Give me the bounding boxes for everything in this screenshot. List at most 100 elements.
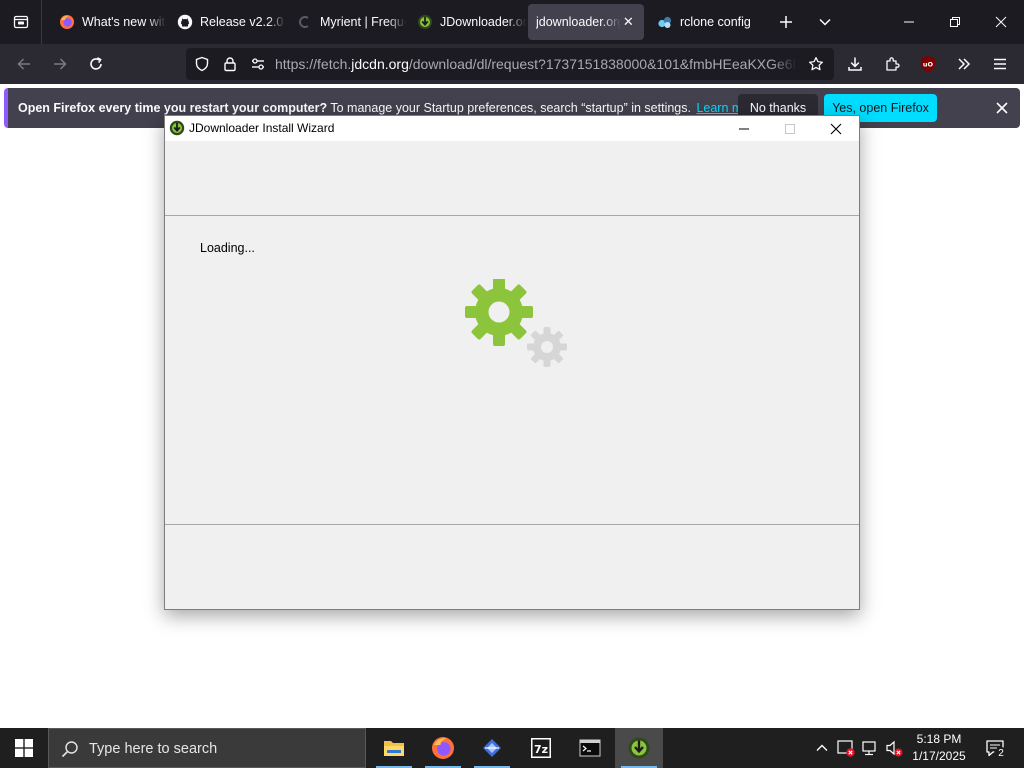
- reload-button[interactable]: [80, 48, 112, 80]
- tab-title: Myrient | Frequently Asked Questions: [320, 15, 406, 29]
- firefox-view-button[interactable]: [0, 0, 42, 44]
- app-icon: [483, 739, 501, 757]
- tab-close-icon[interactable]: ✕: [621, 14, 636, 30]
- restore-button[interactable]: [932, 0, 978, 44]
- more-tools-button[interactable]: [948, 48, 980, 80]
- restore-icon: [950, 17, 960, 27]
- reload-icon: [90, 57, 102, 70]
- taskbar-jdownloader[interactable]: [615, 728, 663, 768]
- notification-title: Open Firefox every time you restart your…: [18, 101, 328, 115]
- tray-security-status[interactable]: [836, 738, 856, 758]
- tab-title: What's new with Firefox: [82, 15, 166, 29]
- url-host: jdcdn.org: [351, 56, 409, 72]
- chevron-up-icon: [816, 744, 828, 751]
- clock-date[interactable]: 1/17/2025: [906, 749, 972, 763]
- navigation-toolbar: https://fetch.jdcdn.org/download/dl/requ…: [0, 44, 1024, 84]
- ublock-origin-icon: uO: [921, 56, 935, 72]
- wizard-header: [165, 141, 859, 216]
- search-icon: [61, 741, 78, 758]
- wizard-close-button[interactable]: [813, 116, 859, 141]
- network-icon: [862, 741, 876, 756]
- wizard-body: Loading...: [165, 217, 859, 525]
- jdownloader-icon: [628, 737, 650, 759]
- permissions-icon[interactable]: [250, 56, 266, 72]
- rclone-icon: [657, 14, 673, 30]
- close-icon: [830, 123, 842, 134]
- loading-gears-icon: [465, 279, 567, 367]
- notification-close-button[interactable]: [990, 96, 1014, 120]
- notification-text: To manage your Startup preferences, sear…: [327, 101, 691, 115]
- file-explorer-icon: [384, 741, 404, 756]
- close-window-button[interactable]: [978, 0, 1024, 44]
- bookmark-star-icon[interactable]: [808, 56, 824, 72]
- minimize-button[interactable]: [886, 0, 932, 44]
- lock-icon[interactable]: [222, 56, 238, 72]
- tab-whats-new[interactable]: What's new with Firefox: [48, 4, 166, 40]
- windows-logo-icon: [15, 739, 33, 757]
- close-icon: [995, 16, 1007, 28]
- jdownloader-icon: [417, 14, 433, 30]
- 7zip-icon: 7z: [531, 738, 551, 758]
- tab-title: rclone config: [680, 15, 751, 29]
- security-warning-icon: [837, 740, 855, 757]
- plus-icon: [780, 16, 792, 28]
- show-hidden-icons-button[interactable]: [812, 738, 832, 758]
- download-icon: [848, 57, 862, 71]
- wizard-footer: [165, 526, 859, 609]
- tab-myrient[interactable]: Myrient | Frequently Asked Questions: [286, 4, 406, 40]
- taskbar-file-explorer[interactable]: [370, 728, 418, 768]
- jdownloader-icon: [169, 120, 185, 136]
- taskbar-search-box[interactable]: Type here to search: [48, 728, 366, 768]
- notification-count-badge: 2: [994, 747, 1008, 761]
- taskbar-terminal[interactable]: [566, 728, 614, 768]
- url-text[interactable]: https://fetch.jdcdn.org/download/dl/requ…: [275, 56, 797, 72]
- tab-jdownloader[interactable]: JDownloader.org: [406, 4, 526, 40]
- taskbar-7zip[interactable]: 7z: [517, 728, 565, 768]
- maximize-icon: [785, 123, 795, 134]
- firefox-icon: [59, 14, 75, 30]
- app-menu-button[interactable]: [984, 48, 1016, 80]
- chevron-double-right-icon: [958, 58, 971, 70]
- action-center-button[interactable]: 2: [978, 728, 1012, 768]
- tab-rclone-config[interactable]: rclone config: [646, 4, 766, 40]
- extensions-button[interactable]: [876, 48, 908, 80]
- wizard-minimize-button[interactable]: [721, 116, 767, 141]
- taskbar-firefox[interactable]: [419, 728, 467, 768]
- firefox-view-icon: [13, 15, 28, 29]
- list-all-tabs-button[interactable]: [808, 4, 842, 40]
- hamburger-menu-icon: [994, 58, 1006, 70]
- tab-release[interactable]: Release v2.2.0: [166, 4, 286, 40]
- wizard-title-bar[interactable]: JDownloader Install Wizard: [165, 116, 859, 141]
- terminal-icon: [579, 739, 601, 757]
- tracking-protection-shield-icon[interactable]: [194, 56, 210, 72]
- large-gear-icon: [465, 279, 533, 346]
- wizard-maximize-button: [767, 116, 813, 141]
- svg-text:uO: uO: [923, 61, 934, 69]
- taskbar-app[interactable]: [468, 728, 516, 768]
- tab-title: jdownloader.org: [536, 15, 621, 29]
- tray-volume[interactable]: [884, 738, 904, 758]
- chevron-down-icon: [819, 18, 831, 26]
- start-button[interactable]: [0, 728, 48, 768]
- firefox-icon: [432, 737, 454, 759]
- puzzle-piece-icon: [886, 57, 900, 71]
- volume-muted-icon: [886, 740, 903, 757]
- clock-time[interactable]: 5:18 PM: [906, 732, 972, 746]
- search-placeholder: Type here to search: [89, 741, 218, 757]
- url-path: /download/dl/request?1737151838000&101&f…: [408, 56, 796, 72]
- tray-network[interactable]: [860, 738, 880, 758]
- new-tab-button[interactable]: [769, 4, 803, 40]
- myrient-icon: [297, 14, 313, 30]
- close-icon: [996, 102, 1008, 114]
- 7zip-label: 7z: [534, 743, 548, 756]
- minimize-icon: [904, 21, 914, 23]
- ublock-origin-button[interactable]: uO: [912, 48, 944, 80]
- url-bar[interactable]: https://fetch.jdcdn.org/download/dl/requ…: [186, 48, 834, 80]
- forward-button[interactable]: [44, 48, 76, 80]
- tab-title: Release v2.2.0: [200, 15, 284, 29]
- notification-message: Open Firefox every time you restart your…: [18, 101, 760, 115]
- tab-jdownloader-download[interactable]: jdownloader.org ✕: [528, 4, 644, 40]
- github-icon: [177, 14, 193, 30]
- downloads-button[interactable]: [839, 48, 871, 80]
- back-button[interactable]: [8, 48, 40, 80]
